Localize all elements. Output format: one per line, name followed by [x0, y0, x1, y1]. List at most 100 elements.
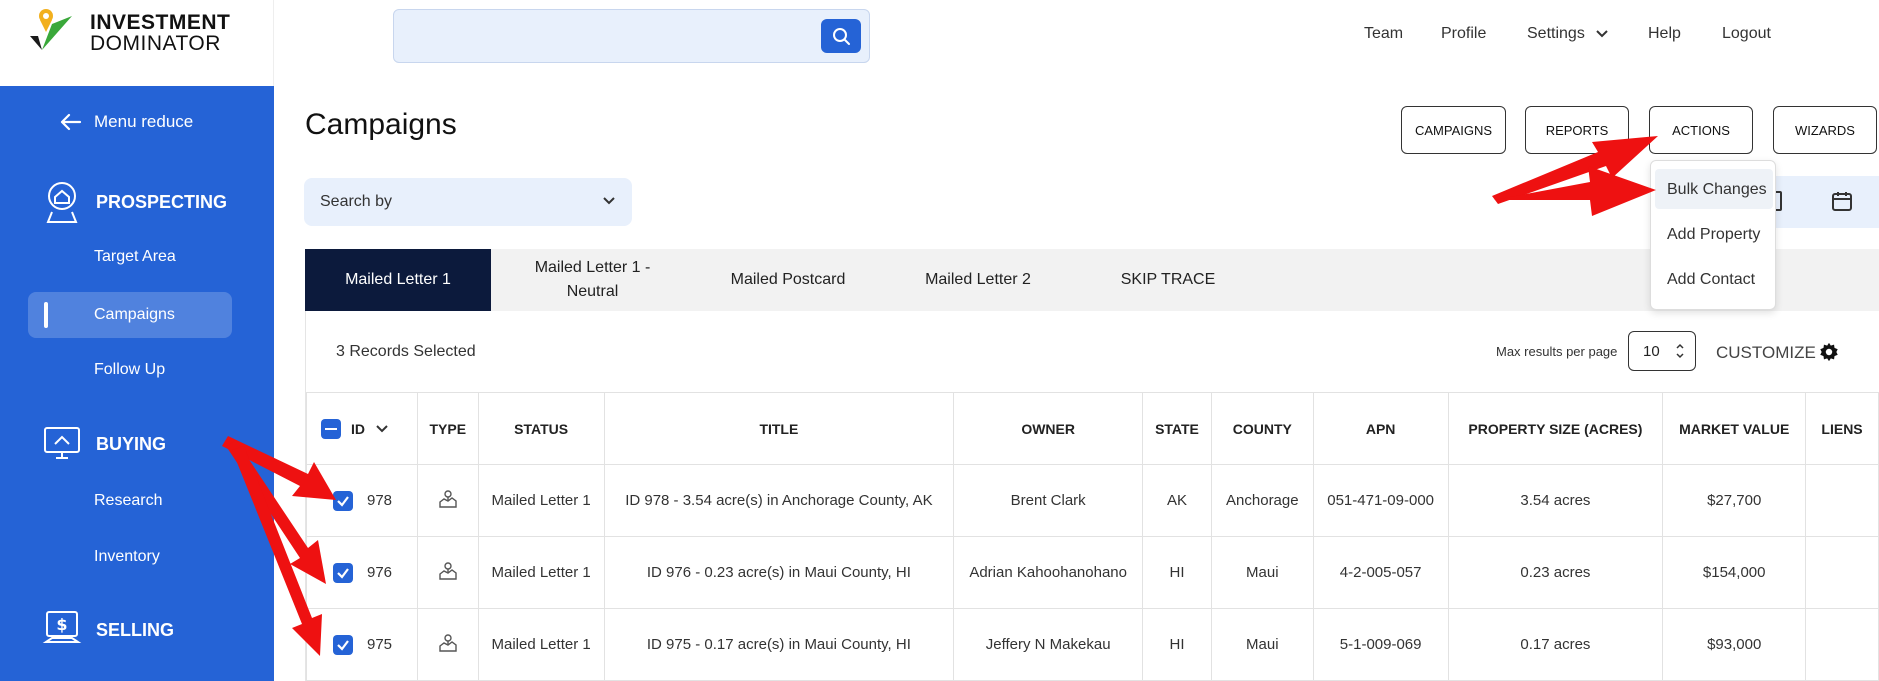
menu-item-add-property[interactable]: Add Property	[1667, 226, 1760, 244]
dollar-monitor-icon: $	[42, 611, 82, 643]
cell-apn: 4-2-005-057	[1312, 536, 1449, 609]
chevron-down-icon	[603, 197, 615, 205]
cell-id: 975	[306, 608, 418, 681]
tab-mailed-letter-2[interactable]: Mailed Letter 2	[883, 249, 1073, 311]
cell-type	[416, 536, 479, 609]
cell-title[interactable]: ID 976 - 0.23 acre(s) in Maui County, HI	[603, 536, 955, 609]
land-map-icon	[439, 633, 457, 652]
topnav-settings-label: Settings	[1527, 25, 1585, 42]
tab-mailed-letter-1-neutral[interactable]: Mailed Letter 1 - Neutral	[505, 249, 680, 311]
sidebar-section-selling[interactable]: $ SELLING	[42, 608, 174, 652]
tab-mailed-letter-1[interactable]: Mailed Letter 1	[305, 249, 491, 311]
topnav-settings[interactable]: Settings	[1527, 25, 1609, 43]
cell-title[interactable]: ID 975 - 0.17 acre(s) in Maui County, HI	[603, 608, 955, 681]
tab-skip-trace[interactable]: SKIP TRACE	[1073, 249, 1263, 311]
sidebar: INVESTMENT DOMINATOR Menu reduce PROSPEC…	[0, 0, 274, 681]
column-header-liens[interactable]: LIENS	[1805, 392, 1879, 465]
column-header-owner[interactable]: OWNER	[953, 392, 1144, 465]
sidebar-item-research[interactable]: Research	[94, 492, 162, 510]
cell-liens	[1805, 536, 1879, 609]
svg-text:$: $	[56, 615, 67, 634]
sidebar-item-target-area[interactable]: Target Area	[94, 248, 176, 266]
stepper-arrows-icon[interactable]	[1675, 342, 1685, 360]
house-pin-icon	[46, 182, 78, 223]
cell-owner: Brent Clark	[953, 464, 1144, 537]
topnav-profile[interactable]: Profile	[1441, 25, 1486, 43]
records-panel: 3 Records Selected Max results per page …	[305, 311, 1879, 681]
cell-owner: Adrian Kahoohanohano	[953, 536, 1144, 609]
cell-value: $93,000	[1662, 608, 1807, 681]
row-checkbox[interactable]	[333, 490, 353, 511]
calendar-icon[interactable]	[1830, 189, 1854, 213]
column-header-title[interactable]: TITLE	[603, 392, 955, 465]
sidebar-section-prospecting[interactable]: PROSPECTING	[42, 180, 227, 224]
global-search-input[interactable]	[393, 9, 870, 63]
cell-id: 976	[306, 536, 418, 609]
column-header-type[interactable]: TYPE	[416, 392, 479, 465]
search-button[interactable]	[821, 19, 861, 53]
sidebar-section-label: BUYING	[96, 433, 167, 454]
row-id: 976	[367, 564, 393, 581]
page-title: Campaigns	[305, 108, 457, 141]
cell-apn: 051-471-09-000	[1312, 464, 1449, 537]
search-icon	[833, 28, 850, 45]
column-header-id[interactable]: ID	[306, 392, 418, 465]
cell-state: HI	[1142, 608, 1212, 681]
customize-button[interactable]: CUSTOMIZE	[1716, 343, 1816, 363]
row-checkbox[interactable]	[333, 562, 353, 583]
records-table: ID TYPE STATUS TITLE OWNER STATE COUNTY …	[306, 392, 1879, 681]
menu-item-add-contact[interactable]: Add Contact	[1667, 271, 1755, 289]
reports-button[interactable]: REPORTS	[1525, 106, 1629, 154]
wizards-button[interactable]: WIZARDS	[1773, 106, 1877, 154]
topnav-help[interactable]: Help	[1648, 25, 1681, 43]
table-row[interactable]: 976 Mailed Letter 1 ID 976 - 0.23 acre(s…	[306, 536, 1879, 609]
arrow-left-icon	[60, 113, 82, 131]
cell-type	[416, 608, 479, 681]
menu-reduce-button[interactable]: Menu reduce	[58, 112, 193, 132]
search-by-select[interactable]: Search by	[304, 178, 632, 226]
cell-value: $154,000	[1662, 536, 1807, 609]
annotation-arrow	[1494, 166, 1656, 216]
chevron-down-icon[interactable]	[375, 424, 389, 434]
campaigns-button[interactable]: CAMPAIGNS	[1401, 106, 1506, 154]
land-map-icon	[439, 489, 457, 508]
campaign-tabs: Mailed Letter 1 Mailed Letter 1 - Neutra…	[305, 249, 1879, 311]
sidebar-section-buying[interactable]: BUYING	[42, 422, 166, 466]
actions-dropdown-menu: Bulk Changes Add Property Add Contact	[1650, 160, 1776, 310]
cell-liens	[1805, 608, 1879, 681]
max-results-stepper[interactable]: 10	[1628, 331, 1696, 371]
monitor-house-icon	[44, 427, 80, 459]
column-header-status[interactable]: STATUS	[477, 392, 605, 465]
sidebar-item-inventory[interactable]: Inventory	[94, 548, 160, 566]
gear-icon[interactable]	[1818, 341, 1840, 363]
cell-size: 0.17 acres	[1447, 608, 1664, 681]
column-header-county[interactable]: COUNTY	[1210, 392, 1314, 465]
row-id: 978	[367, 492, 393, 509]
row-checkbox[interactable]	[333, 634, 353, 655]
sidebar-item-follow-up[interactable]: Follow Up	[94, 361, 165, 379]
menu-item-bulk-changes[interactable]: Bulk Changes	[1667, 181, 1767, 199]
logo[interactable]: INVESTMENT DOMINATOR	[0, 0, 274, 86]
column-header-label: ID	[351, 420, 365, 437]
topnav-team[interactable]: Team	[1364, 25, 1403, 43]
column-header-state[interactable]: STATE	[1142, 392, 1212, 465]
topnav-logout[interactable]: Logout	[1722, 25, 1771, 43]
cell-title[interactable]: ID 978 - 3.54 acre(s) in Anchorage Count…	[603, 464, 955, 537]
cell-status: Mailed Letter 1	[477, 464, 605, 537]
sidebar-item-campaigns[interactable]: Campaigns	[28, 292, 232, 338]
row-id: 975	[367, 636, 393, 653]
table-row[interactable]: 975 Mailed Letter 1 ID 975 - 0.17 acre(s…	[306, 608, 1879, 681]
max-results-label: Max results per page	[1496, 344, 1618, 359]
column-header-market-value[interactable]: MARKET VALUE	[1662, 392, 1807, 465]
column-header-property-size[interactable]: PROPERTY SIZE (ACRES)	[1447, 392, 1664, 465]
actions-button[interactable]: ACTIONS	[1649, 106, 1753, 154]
tab-mailed-postcard[interactable]: Mailed Postcard	[693, 249, 883, 311]
cell-state: AK	[1142, 464, 1212, 537]
select-all-checkbox[interactable]	[321, 418, 341, 439]
cell-state: HI	[1142, 536, 1212, 609]
table-row[interactable]: 978 Mailed Letter 1 ID 978 - 3.54 acre(s…	[306, 464, 1879, 537]
cell-owner: Jeffery N Makekau	[953, 608, 1144, 681]
column-header-apn[interactable]: APN	[1312, 392, 1449, 465]
cell-type	[416, 464, 479, 537]
sidebar-nav: Menu reduce PROSPECTING Target Area Camp…	[0, 86, 274, 681]
